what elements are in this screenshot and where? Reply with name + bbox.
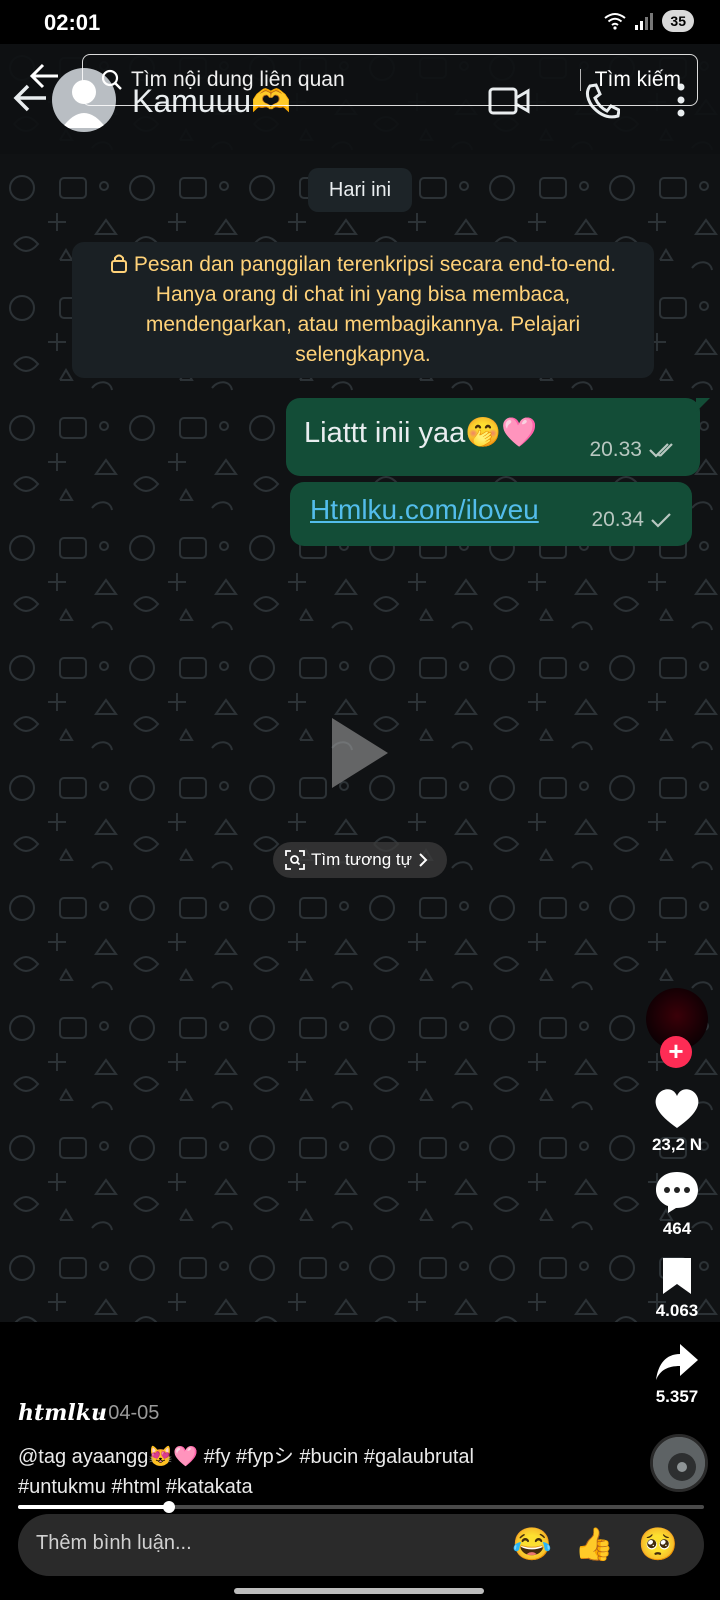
find-similar-label: Tìm tương tự: [311, 850, 412, 869]
message-meta: 20.33: [589, 438, 680, 462]
save-button[interactable]: 4.063: [640, 1256, 714, 1321]
scan-search-icon: [285, 850, 305, 870]
wifi-icon: [604, 13, 627, 30]
caption-line: @tag ayaangg😻🩷 #fy #fypシ #bucin #galaubr…: [18, 1446, 474, 1468]
share-button[interactable]: 5.357: [640, 1342, 714, 1407]
message-time: 20.34: [591, 508, 644, 531]
caption-line: #untukmu #html #katakata: [18, 1476, 253, 1498]
save-count: 4.063: [655, 1301, 699, 1320]
heart-icon: [655, 1089, 699, 1128]
message-meta: 20.34: [591, 508, 672, 532]
battery-indicator: 35: [662, 10, 694, 32]
progress-fill: [18, 1505, 169, 1509]
like-button[interactable]: 23,2 N: [640, 1086, 714, 1155]
message-time: 20.33: [589, 438, 642, 461]
like-count: 23,2 N: [651, 1135, 703, 1154]
home-indicator[interactable]: [234, 1588, 484, 1594]
lock-icon: [110, 254, 127, 273]
emoji-laugh-button[interactable]: 😂: [512, 1526, 552, 1562]
date-chip: Hari ini: [308, 168, 412, 212]
status-bar: 02:01 35: [0, 0, 720, 44]
play-icon[interactable]: [330, 716, 390, 790]
message-text: Liattt inii yaa🤭🩷: [304, 417, 538, 449]
search-button[interactable]: Tìm kiếm: [595, 68, 681, 92]
signal-icon: [635, 13, 654, 30]
creator-username[interactable]: htmlku: [18, 1400, 107, 1426]
bookmark-icon: [663, 1258, 691, 1294]
double-check-icon: [649, 443, 673, 458]
comment-count: 464: [662, 1219, 692, 1238]
chevron-right-icon: [419, 853, 428, 867]
bubble-tail: [696, 398, 710, 412]
encryption-notice[interactable]: Pesan dan panggilan terenkripsi secara e…: [72, 242, 654, 378]
find-similar-button[interactable]: Tìm tương tự: [273, 842, 447, 878]
emoji-thumbs-up-button[interactable]: 👍: [574, 1526, 614, 1562]
doodle-wallpaper: [0, 44, 720, 1322]
follow-button[interactable]: +: [660, 1036, 692, 1068]
caption-text[interactable]: @tag ayaangg😻🩷 #fy #fypシ #bucin #galaubr…: [18, 1442, 638, 1502]
back-arrow-icon[interactable]: [28, 62, 60, 90]
share-arrow-icon: [656, 1344, 698, 1380]
message-bubble[interactable]: Htmlku.com/iloveu 20.34: [290, 482, 692, 546]
comment-button[interactable]: 464: [640, 1170, 714, 1239]
comment-input[interactable]: Thêm bình luận... 😂 👍 🥺: [18, 1514, 704, 1576]
emoji-pleading-button[interactable]: 🥺: [638, 1526, 678, 1562]
share-count: 5.357: [655, 1387, 699, 1406]
status-time: 02:01: [44, 10, 101, 35]
message-link[interactable]: Htmlku.com/iloveu: [310, 494, 539, 526]
message-bubble[interactable]: Liattt inii yaa🤭🩷 20.33: [286, 398, 710, 476]
progress-handle[interactable]: [163, 1501, 175, 1513]
video-player[interactable]: Kamuuu🫶 Hari ini Pesan dan panggilan ter…: [0, 44, 720, 1322]
comment-placeholder: Thêm bình luận...: [36, 1532, 192, 1554]
search-icon: [101, 69, 122, 90]
post-date: · 04-05: [96, 1402, 160, 1424]
single-check-icon: [651, 513, 671, 528]
search-divider: [579, 69, 581, 91]
encryption-text: Pesan dan panggilan terenkripsi secara e…: [133, 253, 617, 366]
music-disc[interactable]: [650, 1434, 708, 1492]
search-bar[interactable]: Tìm nội dung liên quan Tìm kiếm: [82, 54, 698, 106]
video-progress-bar[interactable]: [18, 1501, 704, 1513]
status-icons: 35: [604, 10, 694, 32]
comment-bubble-icon: [656, 1172, 698, 1213]
search-input[interactable]: Tìm nội dung liên quan: [131, 68, 580, 92]
